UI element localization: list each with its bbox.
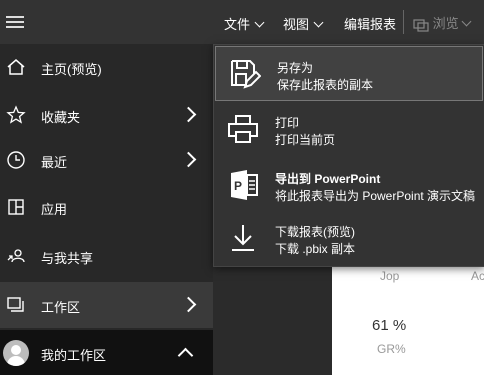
chevron-up-icon xyxy=(177,347,194,364)
kpi-value: 61 % xyxy=(372,317,407,334)
apps-icon xyxy=(8,199,24,215)
menu-item-description: 下载 .pbix 副本 xyxy=(275,242,356,256)
workspaces-icon xyxy=(7,297,24,312)
edit-report-button[interactable]: 编辑报表 xyxy=(344,14,396,33)
sidebar-item-label: 应用 xyxy=(41,202,68,217)
sidebar-item-favorites[interactable]: 收藏夹 xyxy=(0,92,213,138)
printer-icon xyxy=(228,115,258,143)
sidebar-item-label: 主页(预览) xyxy=(41,62,102,77)
menu-item-description: 将此报表导出为 PowerPoint 演示文稿 xyxy=(275,189,476,203)
save-as-menu-item[interactable]: 另存为 保存此报表的副本 xyxy=(215,46,483,101)
home-icon xyxy=(7,59,25,75)
download-icon xyxy=(232,225,254,251)
menu-item-description: 打印当前页 xyxy=(275,133,336,147)
avatar xyxy=(3,340,29,366)
star-icon xyxy=(6,105,26,124)
sidebar-item-home[interactable]: 主页(预览) xyxy=(0,44,213,90)
save-as-icon xyxy=(231,60,261,89)
top-bar: 文件 视图 编辑报表 浏览 xyxy=(0,0,484,44)
column-header: Ac xyxy=(471,269,484,283)
hamburger-menu-icon[interactable] xyxy=(6,13,24,31)
print-menu-item[interactable]: 打印 打印当前页 xyxy=(214,102,484,155)
sidebar-item-apps[interactable]: 应用 xyxy=(0,184,213,230)
clock-icon xyxy=(7,151,25,169)
report-canvas: Jop Ac 61 % GR% xyxy=(332,255,484,375)
menu-item-title: 另存为 xyxy=(277,61,314,75)
sidebar-item-label: 与我共享 xyxy=(41,251,94,266)
export-powerpoint-menu-item[interactable]: P 导出到 PowerPoint 将此报表导出为 PowerPoint 演示文稿 xyxy=(214,158,484,211)
chevron-down-icon xyxy=(461,16,472,27)
menu-item-description: 保存此报表的副本 xyxy=(277,78,374,92)
browse-label: 浏览 xyxy=(432,16,459,31)
sidebar-item-shared[interactable]: 与我共享 xyxy=(0,233,213,279)
view-menu-button[interactable]: 视图 xyxy=(283,14,324,33)
toolbar-divider xyxy=(403,10,404,34)
sidebar-item-label: 最近 xyxy=(41,155,68,170)
sidebar-item-workspaces[interactable]: 工作区 xyxy=(0,282,213,328)
sidebar: 主页(预览) 收藏夹 最近 应用 与我共享 工作区 我的工作区 xyxy=(0,44,213,375)
sidebar-item-label: 收藏夹 xyxy=(41,110,81,125)
svg-text:P: P xyxy=(234,179,242,193)
view-menu-label: 视图 xyxy=(283,17,310,32)
sidebar-item-label: 工作区 xyxy=(41,300,81,315)
file-menu-button[interactable]: 文件 xyxy=(224,14,265,33)
menu-item-title: 导出到 PowerPoint xyxy=(275,172,381,186)
download-report-menu-item[interactable]: 下载报表(预览) 下载 .pbix 副本 xyxy=(214,211,484,264)
share-icon xyxy=(7,249,25,263)
chevron-right-icon xyxy=(180,151,197,168)
file-menu-dropdown: 另存为 保存此报表的副本 打印 打印当前页 P 导出到 PowerPoint 将… xyxy=(213,44,484,267)
menu-item-title: 打印 xyxy=(275,116,300,130)
menu-item-title: 下载报表(预览) xyxy=(275,225,355,239)
chevron-right-icon xyxy=(180,106,197,123)
column-header: Jop xyxy=(380,269,400,283)
sidebar-item-recent[interactable]: 最近 xyxy=(0,137,213,183)
chevron-down-icon xyxy=(313,17,324,28)
browse-icon xyxy=(413,18,429,32)
my-workspace-label: 我的工作区 xyxy=(41,348,107,363)
browse-button[interactable]: 浏览 xyxy=(413,13,472,32)
kpi-label: GR% xyxy=(377,342,406,356)
chevron-right-icon xyxy=(180,296,197,313)
powerpoint-icon: P xyxy=(231,170,258,200)
file-menu-label: 文件 xyxy=(224,17,251,32)
my-workspace-item[interactable]: 我的工作区 xyxy=(0,330,213,375)
chevron-down-icon xyxy=(254,17,265,28)
